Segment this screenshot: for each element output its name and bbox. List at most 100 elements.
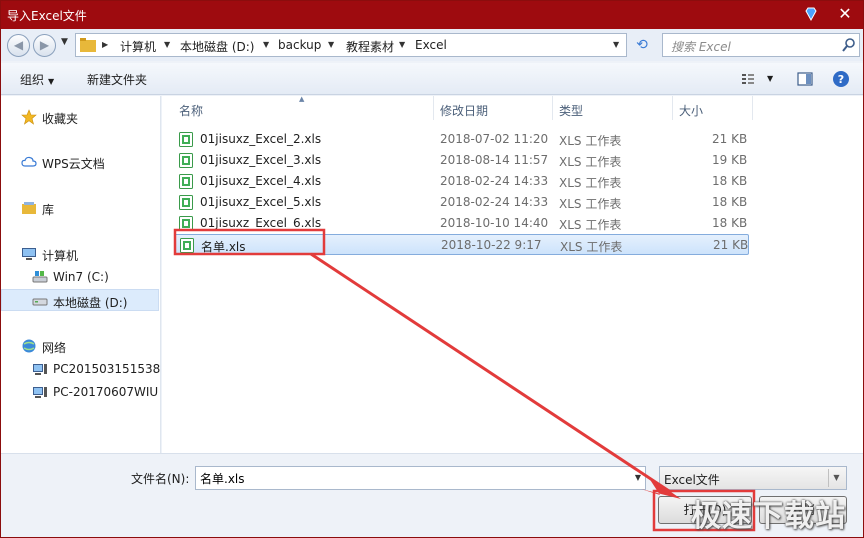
close-button[interactable]: ✕ [831, 3, 859, 25]
sidebar-item-label: 网络 [42, 341, 67, 355]
file-row-selected[interactable]: 名单.xls 2018-10-22 9:17 XLS 工作表 21 KB [174, 234, 749, 255]
new-folder-button[interactable]: 新建文件夹 [87, 71, 147, 88]
sidebar-item-library[interactable]: 库 [1, 197, 159, 219]
address-dropdown[interactable]: ▼ [613, 40, 619, 49]
file-type: XLS 工作表 [559, 197, 622, 211]
file-type: XLS 工作表 [559, 134, 622, 148]
file-date: 2018-10-10 14:40 [440, 216, 549, 230]
breadcrumb-separator[interactable]: ▶ [102, 40, 108, 49]
file-row[interactable]: 01jisuxz_Excel_5.xls 2018-02-24 14:33 XLS … [174, 192, 749, 213]
sidebar-item-network[interactable]: 网络 [1, 335, 159, 357]
view-dropdown[interactable]: ▼ [767, 74, 773, 83]
breadcrumb-backup[interactable]: backup [278, 38, 321, 52]
title-bar: 导入Excel文件 ✕ [1, 1, 863, 29]
sidebar-item-pc-1[interactable]: PC201503151538 [1, 358, 161, 380]
search-placeholder: 搜索 Excel [671, 40, 731, 54]
sidebar-item-label: 收藏夹 [42, 112, 79, 126]
sidebar-item-label: 库 [42, 203, 55, 217]
file-size: 18 KB [712, 174, 748, 188]
filename-dropdown[interactable]: ▼ [635, 473, 641, 482]
navigation-pane: 收藏夹 WPS云文档 库 计算机 Win7 (C:) 本地磁盘 (D:) 网络 [1, 96, 161, 453]
column-header-label: 类型 [559, 104, 584, 118]
sidebar-item-label: 计算机 [42, 249, 79, 263]
refresh-icon[interactable]: ⟲ [631, 35, 653, 55]
file-type: XLS 工作表 [559, 176, 622, 190]
column-header-label: 修改日期 [440, 104, 489, 118]
file-row[interactable]: 01jisuxz_Excel_6.xls 2018-10-10 14:40 XLS … [174, 213, 749, 234]
file-date: 2018-02-24 14:33 [440, 195, 549, 209]
forward-button[interactable]: ▶ [33, 34, 56, 57]
file-row[interactable]: 01jisuxz_Excel_4.xls 2018-02-24 14:33 XLS … [174, 171, 749, 192]
view-options-icon[interactable] [739, 70, 757, 88]
breadcrumb-separator[interactable]: ▼ [263, 40, 269, 49]
xls-file-icon [179, 195, 193, 210]
filename-field[interactable]: ▼ [195, 466, 646, 490]
column-header-name[interactable]: 名称 [173, 96, 434, 120]
breadcrumb-drive-d[interactable]: 本地磁盘 (D:) [180, 38, 254, 55]
file-type: XLS 工作表 [559, 155, 622, 169]
xls-file-icon [180, 238, 194, 253]
folder-icon [80, 38, 96, 52]
file-size: 18 KB [712, 195, 748, 209]
breadcrumb-computer[interactable]: 计算机 [120, 38, 156, 55]
breadcrumb-excel[interactable]: Excel [415, 38, 447, 52]
pc-icon [33, 364, 47, 375]
breadcrumb-tutorial[interactable]: 教程素材 [346, 38, 394, 55]
address-bar[interactable]: ▶ 计算机 ▼ 本地磁盘 (D:) ▼ backup ▼ 教程素材 ▼ Exce… [75, 33, 627, 57]
sidebar-item-computer[interactable]: 计算机 [1, 243, 159, 265]
file-date: 2018-08-14 11:57 [440, 153, 549, 167]
back-button[interactable]: ◀ [7, 34, 30, 57]
chevron-down-icon[interactable]: ▼ [828, 469, 844, 487]
sidebar-item-wps-cloud[interactable]: WPS云文档 [1, 151, 159, 173]
file-name: 01jisuxz_Excel_4.xls [200, 174, 322, 188]
preview-pane-icon[interactable] [796, 70, 814, 88]
xls-file-icon [179, 216, 193, 231]
file-size: 21 KB [713, 238, 749, 252]
command-toolbar: 组织 ▼ 新建文件夹 ▼ ? [1, 63, 863, 95]
library-icon [22, 202, 36, 214]
drive-icon [32, 298, 48, 306]
computer-icon [22, 248, 36, 260]
file-size: 18 KB [712, 216, 748, 230]
organize-label: 组织 [20, 73, 45, 87]
address-row: ◀ ▶ ▼ ▶ 计算机 ▼ 本地磁盘 (D:) ▼ backup ▼ 教程素材 … [1, 29, 863, 61]
search-box[interactable]: 搜索 Excel [662, 33, 860, 57]
filetype-value: Excel文件 [664, 473, 720, 487]
pc-icon [33, 387, 47, 398]
column-header-label: 名称 [179, 104, 204, 118]
breadcrumb-separator[interactable]: ▼ [328, 40, 334, 49]
column-header-size[interactable]: 大小 [673, 96, 753, 120]
star-icon [21, 109, 37, 125]
xls-file-icon [179, 132, 193, 147]
column-header-label: 大小 [679, 104, 704, 118]
file-date: 2018-02-24 14:33 [440, 174, 549, 188]
sidebar-item-drive-d[interactable]: 本地磁盘 (D:) [1, 289, 159, 311]
column-header-type[interactable]: 类型 [553, 96, 673, 120]
file-row[interactable]: 01jisuxz_Excel_3.xls 2018-08-14 11:57 XLS … [174, 150, 749, 171]
organize-menu[interactable]: 组织 ▼ [20, 71, 54, 88]
breadcrumb-separator[interactable]: ▼ [164, 40, 170, 49]
filename-label: 文件名(N): [131, 472, 190, 486]
network-icon [22, 339, 36, 353]
sidebar-item-label: PC201503151538 [53, 362, 161, 376]
filetype-select[interactable]: Excel文件 ▼ [659, 466, 847, 490]
import-excel-dialog: 导入Excel文件 ✕ ◀ ▶ ▼ ▶ 计算机 ▼ 本地磁盘 (D:) ▼ ba… [0, 0, 864, 538]
sidebar-item-label: 本地磁盘 (D:) [53, 296, 128, 310]
recent-pages-dropdown[interactable]: ▼ [61, 37, 68, 47]
svg-text:?: ? [838, 73, 844, 86]
search-icon[interactable] [841, 37, 857, 53]
sidebar-item-label: Win7 (C:) [53, 270, 109, 284]
sidebar-item-drive-c[interactable]: Win7 (C:) [1, 266, 159, 288]
file-row[interactable]: 01jisuxz_Excel_2.xls 2018-07-02 11:20 XLS … [174, 129, 749, 150]
breadcrumb-separator[interactable]: ▼ [399, 40, 405, 49]
sidebar-item-pc-2[interactable]: PC-20170607WIUN [1, 381, 159, 403]
file-name: 01jisuxz_Excel_3.xls [200, 153, 322, 167]
file-name: 01jisuxz_Excel_5.xls [200, 195, 322, 209]
window-title: 导入Excel文件 [7, 9, 87, 23]
skin-icon[interactable] [803, 6, 819, 22]
help-icon[interactable]: ? [832, 70, 850, 88]
column-header-date[interactable]: 修改日期 [434, 96, 553, 120]
sidebar-item-favorites[interactable]: 收藏夹 [1, 106, 159, 128]
filename-input[interactable] [200, 468, 620, 488]
file-name: 01jisuxz_Excel_2.xls [200, 132, 322, 146]
